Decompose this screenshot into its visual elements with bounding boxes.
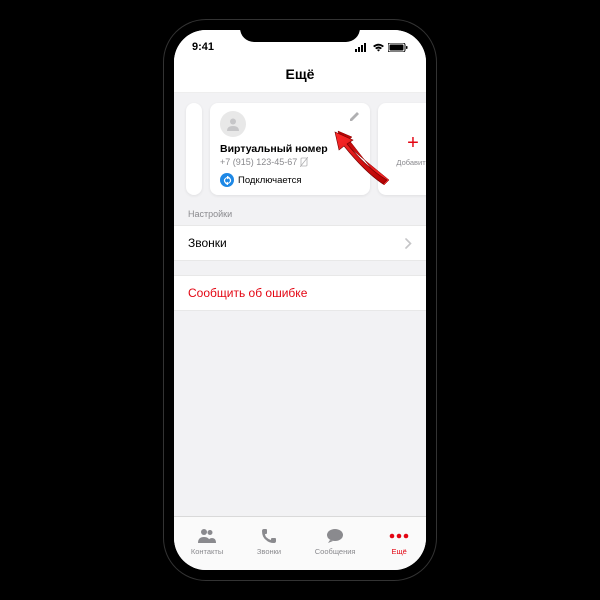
card-previous[interactable] (186, 103, 202, 195)
tab-more-label: Ещё (391, 547, 406, 556)
report-label: Сообщить об ошибке (188, 286, 307, 300)
tab-bar: Контакты Звонки Сообщения Ещё (174, 516, 426, 570)
tab-contacts-label: Контакты (191, 547, 223, 556)
tab-messages-label: Сообщения (315, 547, 356, 556)
tab-calls[interactable]: Звонки (257, 526, 281, 556)
signal-icon (355, 43, 369, 52)
sync-icon (220, 173, 234, 187)
calls-settings-row[interactable]: Звонки (174, 225, 426, 261)
edit-icon[interactable] (349, 111, 360, 122)
tab-more[interactable]: Ещё (389, 526, 409, 556)
status-time: 9:41 (192, 41, 214, 53)
add-label: Добавить (396, 158, 426, 167)
header-title: Ещё (286, 66, 315, 82)
report-error-row[interactable]: Сообщить об ошибке (174, 275, 426, 311)
virtual-number-card[interactable]: Виртуальный номер +7 (915) 123-45-67 Под… (210, 103, 370, 195)
chevron-right-icon (405, 238, 412, 249)
add-card-button[interactable]: + Добавить (378, 103, 426, 195)
wifi-icon (372, 43, 385, 52)
contacts-icon (197, 526, 217, 546)
calls-icon (259, 526, 279, 546)
tab-contacts[interactable]: Контакты (191, 526, 223, 556)
card-status: Подключается (220, 173, 360, 187)
tab-messages[interactable]: Сообщения (315, 526, 356, 556)
messages-icon (325, 526, 345, 546)
tab-calls-label: Звонки (257, 547, 281, 556)
card-status-text: Подключается (238, 175, 302, 186)
card-phone: +7 (915) 123-45-67 (220, 157, 360, 167)
header: Ещё (174, 60, 426, 93)
screen: 9:41 Ещё Виртуальный номер (174, 30, 426, 570)
cards-carousel[interactable]: Виртуальный номер +7 (915) 123-45-67 Под… (174, 93, 426, 205)
settings-section-label: Настройки (174, 205, 426, 225)
notch (240, 20, 360, 42)
card-title: Виртуальный номер (220, 143, 360, 155)
more-icon (389, 526, 409, 546)
calls-row-label: Звонки (188, 236, 227, 250)
sim-off-icon (300, 157, 308, 167)
avatar-icon (220, 111, 246, 137)
phone-frame: 9:41 Ещё Виртуальный номер (164, 20, 436, 580)
battery-icon (388, 43, 408, 52)
plus-icon: + (407, 132, 419, 155)
